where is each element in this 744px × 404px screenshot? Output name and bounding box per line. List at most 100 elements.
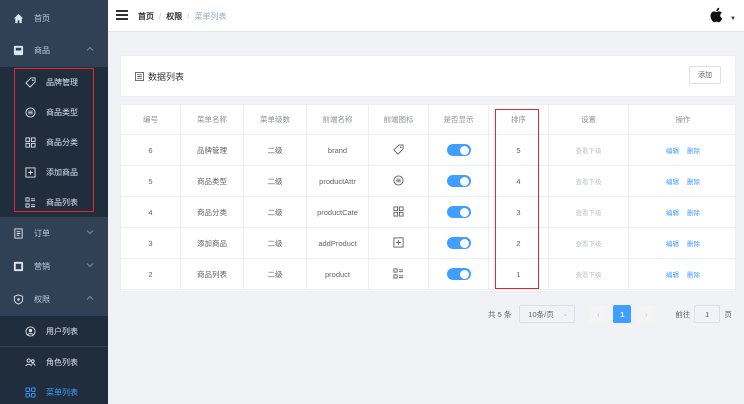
- sidebar-item-label: 订单: [34, 228, 50, 238]
- breadcrumb-current: 菜单列表: [194, 12, 227, 21]
- view-children-button[interactable]: 查看下级: [576, 176, 602, 186]
- home-icon: [12, 12, 24, 24]
- delete-button[interactable]: 删除: [687, 269, 700, 279]
- table-row: 5 商品类型 二级 productAttr 4 查看下级 编辑 删除: [121, 166, 737, 197]
- sidebar-item-product[interactable]: 商品: [0, 35, 108, 65]
- cell-sort: 3: [489, 197, 549, 227]
- cell-front-name: productCate: [307, 197, 369, 227]
- breadcrumb-home[interactable]: 首页: [138, 11, 154, 22]
- cell-front-icon: [369, 259, 429, 289]
- delete-button[interactable]: 删除: [687, 145, 700, 155]
- sidebar-item-user-list[interactable]: 用户列表: [0, 316, 108, 346]
- cell-show: [429, 197, 489, 227]
- plus-square-icon: [24, 166, 36, 178]
- column-header: 前端图标: [369, 105, 429, 134]
- sidebar-item-label: 营销: [34, 261, 50, 271]
- page-size-select[interactable]: 10条/页 ⌄: [519, 305, 576, 323]
- tag-icon: [24, 76, 36, 88]
- cell-front-name: product: [307, 259, 369, 289]
- avatar[interactable]: [708, 6, 726, 24]
- page-number-button[interactable]: 1: [613, 305, 632, 323]
- card-title: 数据列表: [135, 70, 184, 83]
- show-toggle[interactable]: [446, 175, 471, 187]
- grid-icon: [392, 206, 405, 218]
- cell-front-icon: [369, 135, 429, 165]
- order-icon: [12, 227, 24, 239]
- sidebar-item-product-category[interactable]: 商品分类: [0, 127, 108, 157]
- goto-label: 前往: [675, 309, 691, 319]
- view-children-button[interactable]: 查看下级: [576, 145, 602, 155]
- show-toggle[interactable]: [446, 206, 471, 218]
- edit-button[interactable]: 编辑: [666, 269, 679, 279]
- sidebar-item-label: 添加商品: [46, 167, 78, 177]
- sidebar-item-label: 商品类型: [46, 107, 78, 117]
- grid-icon: [24, 136, 36, 148]
- column-header: 前端名称: [307, 105, 369, 134]
- sidebar-item-order[interactable]: 订单: [0, 218, 108, 248]
- user-icon: [24, 325, 36, 337]
- table-row: 6 品牌管理 二级 brand 5 查看下级 编辑 删除: [121, 135, 737, 166]
- edit-button[interactable]: 编辑: [666, 238, 679, 248]
- sidebar-item-label: 角色列表: [46, 357, 78, 367]
- sidebar-item-role-list[interactable]: 角色列表: [0, 347, 108, 377]
- cell-menu-level: 二级: [244, 135, 307, 165]
- show-toggle[interactable]: [446, 268, 471, 280]
- sidebar-item-brand[interactable]: 品牌管理: [0, 67, 108, 97]
- show-toggle[interactable]: [446, 237, 471, 249]
- top-header: 首页 / 权限 / 菜单列表 ▼: [108, 0, 744, 32]
- cell-front-icon: [369, 197, 429, 227]
- delete-button[interactable]: 删除: [687, 176, 700, 186]
- cell-setting: 查看下级: [549, 228, 629, 258]
- delete-button[interactable]: 删除: [687, 238, 700, 248]
- cell-front-icon: [369, 228, 429, 258]
- sidebar-item-add-product[interactable]: 添加商品: [0, 157, 108, 187]
- prev-page-button[interactable]: ‹: [589, 305, 608, 323]
- cell-show: [429, 166, 489, 196]
- cell-menu-name: 商品类型: [181, 166, 244, 196]
- goto-page-input[interactable]: 1: [694, 305, 721, 323]
- product-icon: [12, 44, 24, 56]
- hamburger-menu-icon[interactable]: [116, 10, 128, 20]
- delete-button[interactable]: 删除: [687, 207, 700, 217]
- edit-button[interactable]: 编辑: [666, 207, 679, 217]
- sidebar-item-permission[interactable]: 权限: [0, 284, 108, 314]
- next-page-button[interactable]: ›: [637, 305, 656, 323]
- chevron-down-icon: ⌄: [562, 311, 569, 318]
- sidebar-item-label: 首页: [34, 13, 50, 23]
- table-row: 4 商品分类 二级 productCate 3 查看下级 编辑 删除: [121, 197, 737, 228]
- sidebar-item-product-type[interactable]: 商品类型: [0, 97, 108, 127]
- total-count: 共 5 条: [488, 309, 512, 319]
- cell-front-name: productAttr: [307, 166, 369, 196]
- tag-icon: [392, 144, 405, 156]
- cell-show: [429, 135, 489, 165]
- cell-menu-level: 二级: [244, 197, 307, 227]
- column-header: 编号: [121, 105, 181, 134]
- edit-button[interactable]: 编辑: [666, 145, 679, 155]
- add-button[interactable]: 添加: [689, 66, 721, 84]
- cell-id: 3: [121, 228, 181, 258]
- circle-list-icon: [392, 175, 405, 187]
- sidebar-item-label: 菜单列表: [46, 387, 78, 397]
- sidebar-item-menu-list[interactable]: 菜单列表: [0, 377, 108, 404]
- breadcrumb-permission[interactable]: 权限: [166, 11, 182, 22]
- chevron-down-icon: [86, 261, 96, 271]
- view-children-button[interactable]: 查看下级: [576, 207, 602, 217]
- cell-show: [429, 259, 489, 289]
- sidebar-item-home[interactable]: 首页: [0, 3, 108, 33]
- cell-actions: 编辑 删除: [629, 135, 737, 165]
- view-children-button[interactable]: 查看下级: [576, 238, 602, 248]
- cell-menu-level: 二级: [244, 259, 307, 289]
- cell-show: [429, 228, 489, 258]
- column-header: 菜单级数: [244, 105, 307, 134]
- show-toggle[interactable]: [446, 144, 471, 156]
- view-children-button[interactable]: 查看下级: [576, 269, 602, 279]
- cell-menu-level: 二级: [244, 228, 307, 258]
- circle-list-icon: [24, 106, 36, 118]
- caret-down-icon[interactable]: ▼: [730, 16, 736, 22]
- sidebar-item-label: 品牌管理: [46, 77, 78, 87]
- sidebar-item-product-list[interactable]: 商品列表: [0, 187, 108, 217]
- edit-button[interactable]: 编辑: [666, 176, 679, 186]
- chevron-down-icon: [86, 228, 96, 238]
- sidebar-item-marketing[interactable]: 营销: [0, 251, 108, 281]
- page-unit-label: 页: [724, 309, 732, 319]
